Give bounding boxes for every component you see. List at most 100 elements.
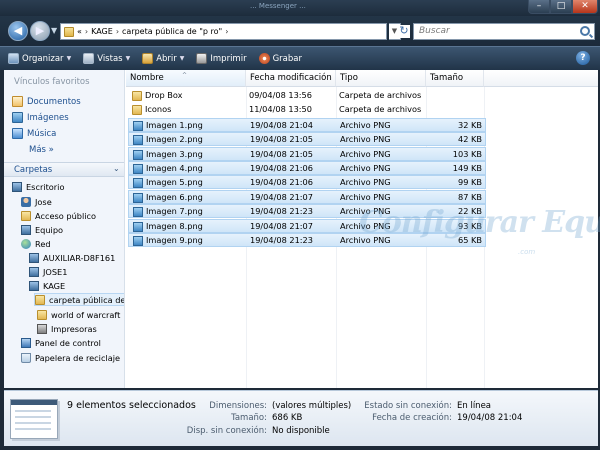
file-row[interactable]: Imagen 4.png 19/04/08 21:06 Archivo PNG 149… bbox=[128, 161, 486, 175]
computer-icon bbox=[29, 280, 39, 291]
tree-label: JOSE1 bbox=[43, 266, 68, 277]
image-file-icon bbox=[133, 164, 143, 174]
file-row[interactable]: Drop Box 09/04/08 13:56 Carpeta de archivo… bbox=[128, 89, 486, 103]
address-chevrons[interactable]: « bbox=[77, 27, 82, 36]
tree-item-computer[interactable]: Equipo bbox=[21, 223, 63, 236]
file-row[interactable]: Imagen 6.png 19/04/08 21:07 Archivo PNG 87 … bbox=[128, 189, 486, 204]
burn-label: Grabar bbox=[272, 53, 302, 64]
more-links-button[interactable]: Más » bbox=[29, 145, 54, 155]
tree-item-public[interactable]: Acceso público bbox=[21, 209, 96, 222]
breadcrumb-public-folder[interactable]: carpeta pública de "p ro" bbox=[122, 27, 222, 36]
tree-item-printers[interactable]: Impresoras bbox=[37, 322, 97, 335]
folder-icon bbox=[132, 105, 142, 116]
chevron-down-icon: ▼ bbox=[179, 55, 185, 62]
file-row[interactable]: Imagen 5.png 19/04/08 21:06 Archivo PNG 99 … bbox=[128, 175, 486, 190]
folder-icon bbox=[37, 309, 47, 320]
tree-label: Red bbox=[35, 238, 51, 249]
back-arrow-icon: ◀ bbox=[13, 24, 23, 37]
tree-item-jose1[interactable]: JOSE1 bbox=[29, 265, 67, 278]
main-area: Vínculos favoritos Documentos Imágenes M… bbox=[4, 70, 600, 388]
tree-item-network[interactable]: Red bbox=[21, 237, 51, 250]
dimensions-value: (valores múltiples) bbox=[272, 401, 352, 411]
address-separator: › bbox=[84, 27, 89, 36]
folder-icon bbox=[64, 26, 74, 37]
views-label: Vistas bbox=[97, 53, 123, 64]
watermark-domain: .com bbox=[518, 248, 536, 256]
file-list: ^ Nombre Fecha modificación Tipo Tamaño … bbox=[126, 70, 600, 388]
column-header-date[interactable]: Fecha modificación bbox=[246, 70, 336, 87]
image-file-icon bbox=[133, 178, 143, 189]
close-button[interactable]: ✕ bbox=[572, 0, 598, 14]
refresh-icon[interactable]: ↻ bbox=[398, 25, 410, 38]
print-button[interactable]: Imprimir bbox=[192, 49, 250, 69]
tree-item-recycle-bin[interactable]: Papelera de reciclaje bbox=[21, 351, 120, 364]
file-row[interactable]: Imagen 3.png 19/04/08 21:05 Archivo PNG 103… bbox=[128, 146, 486, 161]
tree-item-jose[interactable]: Jose bbox=[21, 195, 52, 208]
favorite-links-heading: Vínculos favoritos bbox=[14, 77, 90, 87]
chevron-down-icon: ⌄ bbox=[113, 164, 120, 173]
thumbnail-line bbox=[15, 422, 51, 424]
tree-item-public-folder[interactable]: carpeta pública de bbox=[34, 293, 124, 306]
file-row[interactable]: Imagen 2.png 19/04/08 21:05 Archivo PNG 42 … bbox=[128, 132, 486, 147]
image-file-icon bbox=[133, 207, 143, 218]
file-name: Imagen 6.png bbox=[146, 191, 203, 202]
file-row[interactable]: Imagen 1.png 19/04/08 21:04 Archivo PNG 32 … bbox=[128, 117, 486, 132]
column-header-label: Tamaño bbox=[430, 73, 464, 83]
recent-pages-dropdown[interactable]: ▼ bbox=[51, 26, 57, 35]
column-header-type[interactable]: Tipo bbox=[336, 70, 426, 87]
column-header-label: Tipo bbox=[340, 73, 358, 83]
command-bar: Organizar ▼ Vistas ▼ Abrir ▼ Imprimir Gr… bbox=[0, 46, 600, 70]
tree-label: Acceso público bbox=[35, 210, 97, 221]
tree-item-control-panel[interactable]: Panel de control bbox=[21, 336, 101, 349]
image-file-icon bbox=[133, 192, 143, 203]
search-box[interactable]: Buscar bbox=[413, 23, 595, 40]
file-size: 42 KB bbox=[457, 134, 482, 145]
file-date: 19/04/08 21:05 bbox=[250, 134, 313, 145]
tree-item-kage[interactable]: KAGE bbox=[29, 279, 65, 292]
help-icon[interactable]: ? bbox=[576, 51, 590, 65]
search-icon[interactable] bbox=[580, 26, 590, 36]
offline-availability-label: Disp. sin conexión: bbox=[186, 426, 267, 436]
maximize-button[interactable]: □ bbox=[550, 0, 572, 14]
address-bar[interactable]: « › KAGE › carpeta pública de "p ro" › bbox=[60, 23, 387, 40]
tree-item-auxiliar[interactable]: AUXILIAR-D8F161 bbox=[29, 251, 115, 264]
disc-burn-icon bbox=[258, 53, 270, 64]
search-input[interactable]: Buscar bbox=[419, 26, 450, 36]
file-name: Drop Box bbox=[145, 90, 183, 100]
breadcrumb-kage[interactable]: KAGE bbox=[91, 27, 113, 36]
forward-button[interactable]: ▶ bbox=[30, 21, 50, 41]
file-date: 19/04/08 21:07 bbox=[250, 191, 313, 202]
control-panel-icon bbox=[21, 337, 31, 348]
favorite-documents[interactable]: Documentos bbox=[12, 96, 81, 107]
thumbnail-line bbox=[15, 410, 51, 412]
minimize-button[interactable]: – bbox=[528, 0, 550, 14]
organize-button[interactable]: Organizar ▼ bbox=[4, 49, 75, 69]
file-row[interactable]: Iconos 11/04/08 13:50 Carpeta de archivos bbox=[128, 103, 486, 117]
file-size: 149 KB bbox=[452, 163, 482, 173]
folders-header[interactable]: Carpetas ⌄ bbox=[4, 162, 124, 177]
file-date: 19/04/08 21:07 bbox=[250, 220, 313, 231]
chevron-down-icon: ▼ bbox=[66, 55, 72, 62]
file-date: 19/04/08 21:23 bbox=[250, 235, 313, 245]
tree-label: Panel de control bbox=[35, 337, 101, 348]
file-date: 19/04/08 21:06 bbox=[250, 163, 313, 173]
column-header-label: Nombre bbox=[130, 73, 164, 83]
tree-item-desktop[interactable]: Escritorio bbox=[12, 180, 64, 193]
favorite-music[interactable]: Música bbox=[12, 128, 56, 139]
open-button[interactable]: Abrir ▼ bbox=[138, 49, 188, 69]
file-name: Iconos bbox=[145, 104, 172, 115]
views-button[interactable]: Vistas ▼ bbox=[79, 49, 134, 69]
tree-item-world-of-warcraft[interactable]: world of warcraft bbox=[37, 308, 120, 321]
burn-button[interactable]: Grabar bbox=[255, 49, 306, 69]
tree-label: Papelera de reciclaje bbox=[35, 352, 121, 363]
file-name: Imagen 9.png bbox=[146, 235, 203, 245]
image-file-icon bbox=[133, 221, 143, 232]
column-header-size[interactable]: Tamaño bbox=[426, 70, 484, 87]
back-button[interactable]: ◀ bbox=[8, 21, 28, 41]
column-header-name[interactable]: ^ Nombre bbox=[126, 70, 246, 87]
thumbnail-line bbox=[15, 416, 51, 418]
offline-status-value: En línea bbox=[457, 401, 492, 411]
created-date-label: Fecha de creación: bbox=[372, 413, 452, 423]
favorite-pictures[interactable]: Imágenes bbox=[12, 112, 69, 123]
file-date: 19/04/08 21:04 bbox=[250, 119, 313, 130]
